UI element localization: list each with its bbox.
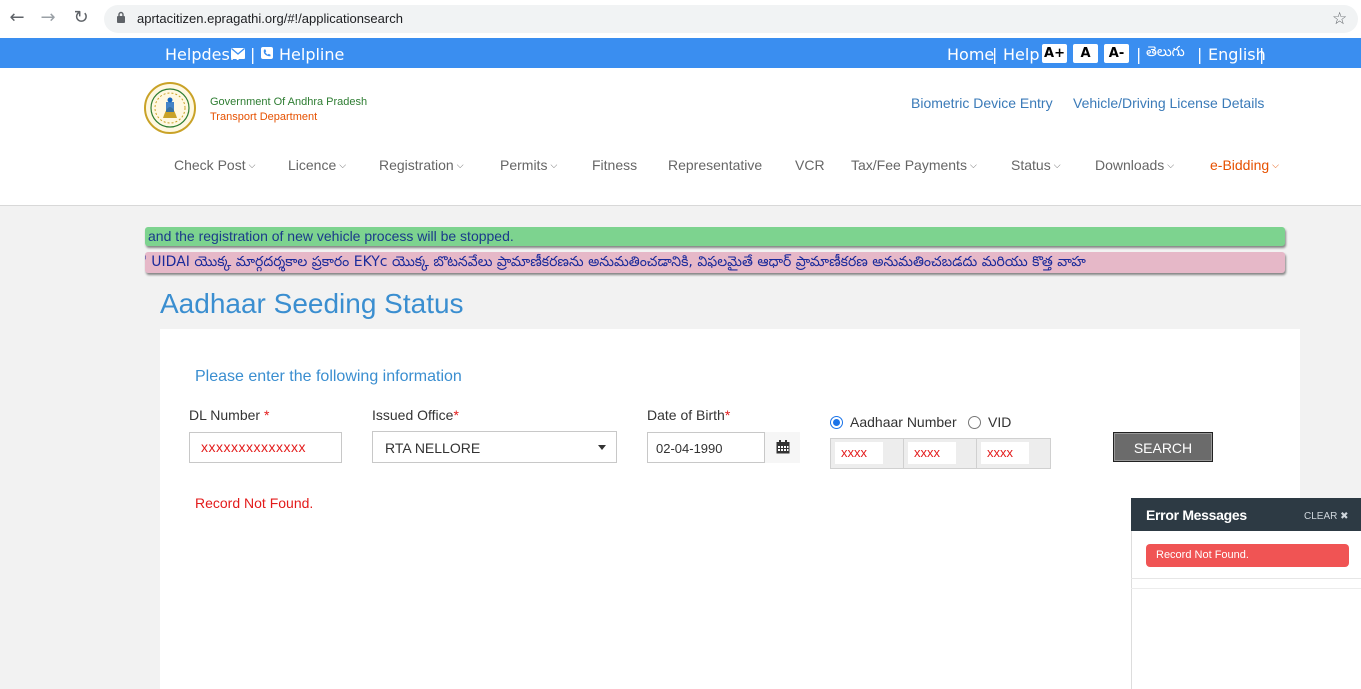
calendar-button[interactable] [764, 432, 800, 463]
chevron-down-icon: ⌵ [550, 160, 558, 170]
menu-label: Tax/Fee Payments [851, 157, 967, 173]
label-text: Issued Office [372, 407, 454, 423]
search-button[interactable]: SEARCH [1113, 432, 1213, 462]
chevron-down-icon: ⌵ [1167, 160, 1175, 170]
menu-downloads[interactable]: Downloads ⌵ [1095, 157, 1174, 173]
aadhaar-segment-1-input[interactable]: xxxx [835, 442, 883, 464]
menu-registration[interactable]: Registration ⌵ [379, 157, 464, 173]
helpdesk-link[interactable]: Helpdesk [165, 45, 239, 64]
envelope-icon [231, 48, 245, 59]
menu-fitness[interactable]: Fitness [592, 157, 637, 173]
bookmark-star-icon[interactable]: ☆ [1332, 9, 1347, 29]
dl-number-input[interactable]: xxxxxxxxxxxxxx [189, 432, 342, 463]
aadhaar-number-radio[interactable] [830, 416, 843, 429]
aadhaar-segment-2-input[interactable]: xxxx [908, 442, 956, 464]
divider: | [250, 45, 256, 64]
chevron-down-icon: ⌵ [248, 160, 256, 170]
divider: | [992, 45, 998, 64]
announcement-marquee-telugu: ' UIDAI యొక్క మార్గదర్శకాల ప్రకారం EKYc … [145, 252, 1285, 273]
form-instruction: Please enter the following information [195, 368, 462, 385]
menu-label: Downloads [1095, 157, 1165, 173]
menu-permits[interactable]: Permits ⌵ [500, 157, 557, 173]
menu-e-bidding[interactable]: e-Bidding ⌵ [1210, 157, 1279, 173]
required-marker: * [263, 407, 270, 423]
issued-office-label: Issued Office* [372, 407, 459, 423]
lock-icon [117, 11, 125, 23]
divider: | [1259, 45, 1265, 64]
reload-icon[interactable]: ↻ [71, 8, 91, 28]
vid-radio[interactable] [968, 416, 981, 429]
result-message: Record Not Found. [195, 495, 314, 511]
aadhaar-segment-3-input[interactable]: xxxx [981, 442, 1029, 464]
chevron-down-icon: ⌵ [456, 160, 464, 170]
chevron-down-icon: ⌵ [339, 160, 347, 170]
menu-vcr[interactable]: VCR [795, 157, 825, 173]
chevron-down-icon: ⌵ [1272, 160, 1279, 170]
help-link[interactable]: Help [1003, 45, 1039, 64]
menu-label: Check Post [174, 157, 246, 173]
label-text: DL Number [189, 407, 261, 423]
ap-emblem-logo[interactable] [144, 82, 196, 134]
divider [1131, 578, 1361, 579]
required-marker: * [453, 407, 459, 423]
url-text[interactable]: aprtacitizen.epragathi.org/#!/applicatio… [137, 11, 403, 26]
vid-radio-label[interactable]: VID [988, 414, 1011, 430]
forward-arrow-icon[interactable]: → [38, 8, 58, 28]
site-header [0, 68, 1361, 206]
page-title: Aadhaar Seeding Status [160, 288, 464, 319]
aadhaar-number-radio-label[interactable]: Aadhaar Number [850, 414, 957, 430]
required-marker: * [724, 407, 731, 423]
error-message-item: Record Not Found. [1146, 544, 1349, 567]
issued-office-select[interactable]: RTA NELLORE [372, 431, 617, 463]
dropdown-caret-icon [598, 445, 606, 450]
divider: | [1197, 45, 1203, 64]
menu-label: Status [1011, 157, 1051, 173]
segment-divider [976, 438, 977, 469]
menu-status[interactable]: Status ⌵ [1011, 157, 1061, 173]
label-text: Date of Birth [647, 407, 725, 423]
helpdesk-label: Helpdesk [165, 45, 240, 64]
home-link[interactable]: Home [947, 45, 994, 64]
menu-check-post[interactable]: Check Post ⌵ [174, 157, 255, 173]
error-panel-title: Error Messages [1146, 507, 1247, 523]
divider: | [1136, 45, 1142, 64]
phone-icon [261, 47, 273, 59]
department-name: Transport Department [210, 111, 318, 123]
date-of-birth-label: Date of Birth* [647, 407, 730, 423]
calendar-icon [776, 440, 790, 454]
divider [1131, 588, 1361, 589]
chevron-down-icon: ⌵ [969, 160, 977, 170]
announcement-marquee-english: and the registration of new vehicle proc… [145, 227, 1285, 246]
marquee-text: ' UIDAI యొక్క మార్గదర్శకాల ప్రకారం EKYc … [145, 254, 1086, 270]
chevron-down-icon: ⌵ [1053, 160, 1061, 170]
marquee-text: and the registration of new vehicle proc… [148, 228, 514, 244]
dl-number-label: DL Number * [189, 407, 269, 423]
helpline-link[interactable]: Helpline [279, 45, 344, 64]
font-normal-button[interactable]: A [1073, 44, 1098, 63]
telugu-language-link[interactable]: తెలుగు [1146, 44, 1185, 63]
clear-errors-button[interactable]: CLEAR ✖ [1304, 511, 1349, 522]
menu-representative[interactable]: Representative [668, 157, 762, 173]
government-name: Government Of Andhra Pradesh [210, 96, 368, 108]
menu-label: Registration [379, 157, 454, 173]
vehicle-driving-license-details-link[interactable]: Vehicle/Driving License Details [1073, 95, 1264, 111]
menu-label: Permits [500, 157, 548, 173]
menu-tax-fee-payments[interactable]: Tax/Fee Payments ⌵ [851, 157, 977, 173]
english-language-link[interactable]: English [1208, 45, 1266, 64]
menu-label: e-Bidding [1210, 157, 1270, 173]
back-arrow-icon[interactable]: ← [7, 8, 27, 28]
menu-licence[interactable]: Licence ⌵ [288, 157, 346, 173]
biometric-device-entry-link[interactable]: Biometric Device Entry [911, 95, 1053, 111]
font-increase-button[interactable]: A+ [1042, 44, 1067, 63]
segment-divider [903, 438, 904, 469]
menu-label: Licence [288, 157, 337, 173]
font-decrease-button[interactable]: A- [1104, 44, 1129, 63]
